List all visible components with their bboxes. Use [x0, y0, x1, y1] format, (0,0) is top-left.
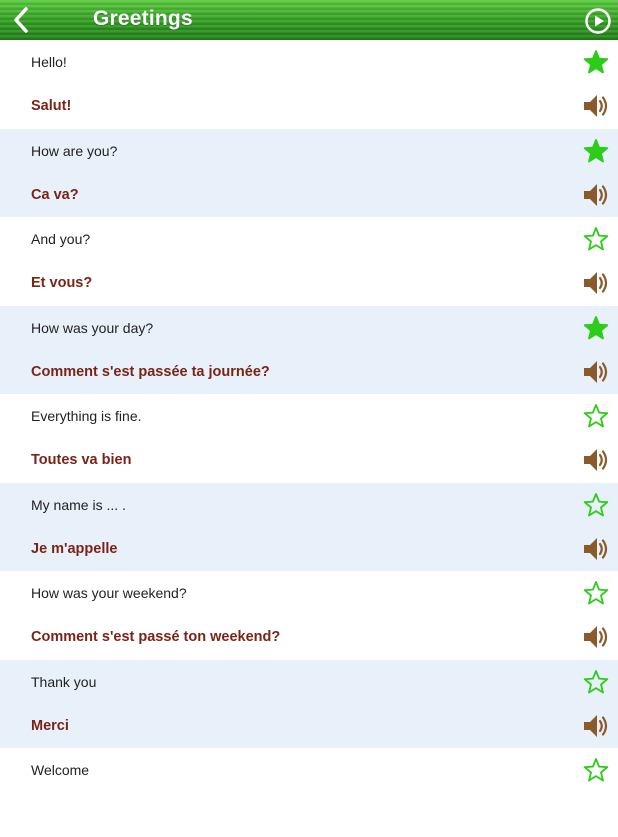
french-phrase: Comment s'est passé ton weekend?	[31, 629, 281, 646]
french-phrase: Merci	[31, 717, 69, 734]
french-row[interactable]: Ca va?	[0, 173, 618, 217]
speaker-icon	[584, 626, 608, 649]
english-phrase: How was your day?	[31, 319, 154, 336]
french-row[interactable]: Merci	[0, 704, 618, 748]
french-phrase: Et vous?	[31, 275, 93, 292]
favorite-button[interactable]	[582, 402, 610, 430]
star-outline-icon	[583, 669, 609, 694]
english-row[interactable]: How was your weekend?	[0, 571, 618, 615]
phrase-item: Thank you Merci	[0, 659, 618, 748]
play-all-button[interactable]	[585, 8, 611, 34]
phrase-item: Hello! Salut!	[0, 40, 618, 129]
star-filled-icon	[583, 315, 609, 340]
phrase-item: How was your day? Comment s'est passée ta…	[0, 305, 618, 394]
favorite-button[interactable]	[582, 668, 610, 696]
english-row[interactable]: And you?	[0, 217, 618, 261]
play-audio-button[interactable]	[582, 181, 610, 209]
favorite-button[interactable]	[582, 756, 610, 784]
favorite-button[interactable]	[582, 225, 610, 253]
speaker-icon	[584, 449, 608, 472]
french-phrase: Toutes va bien	[31, 452, 132, 469]
chevron-left-icon	[14, 7, 28, 33]
english-row[interactable]: How are you?	[0, 129, 618, 173]
french-row[interactable]: Et vous?	[0, 261, 618, 305]
star-outline-icon	[583, 227, 609, 251]
play-audio-button[interactable]	[582, 269, 610, 297]
play-audio-button[interactable]	[582, 623, 610, 651]
star-outline-icon	[583, 404, 609, 428]
favorite-button[interactable]	[582, 314, 610, 342]
top-bar: Greetings	[0, 0, 618, 40]
play-audio-button[interactable]	[582, 358, 610, 386]
english-row[interactable]: How was your day?	[0, 306, 618, 350]
english-row[interactable]: Welcome	[0, 748, 618, 792]
star-outline-icon	[583, 581, 609, 605]
phrase-list: Hello! Salut! How are you? Ca va? And you? Et…	[0, 40, 618, 837]
english-phrase: My name is ... .	[31, 496, 126, 513]
phrase-item: Everything is fine. Toutes va bien	[0, 394, 618, 483]
play-audio-button[interactable]	[582, 92, 610, 120]
play-audio-button[interactable]	[582, 712, 610, 740]
back-button[interactable]	[6, 4, 36, 36]
french-phrase: Ca va?	[31, 186, 79, 203]
speaker-icon	[584, 360, 608, 383]
play-audio-button[interactable]	[582, 535, 610, 563]
play-audio-button[interactable]	[582, 446, 610, 474]
english-row[interactable]: Hello!	[0, 40, 618, 84]
french-row[interactable]: Comment s'est passé ton weekend?	[0, 615, 618, 659]
play-circle-icon	[585, 8, 611, 34]
french-phrase: Je m'appelle	[31, 540, 118, 557]
english-row[interactable]: Thank you	[0, 660, 618, 704]
french-row[interactable]: Comment s'est passée ta journée?	[0, 350, 618, 394]
speaker-icon	[584, 183, 608, 206]
english-phrase: How was your weekend?	[31, 585, 187, 602]
favorite-button[interactable]	[582, 48, 610, 76]
speaker-icon	[584, 537, 608, 560]
page-title: Greetings	[93, 7, 193, 30]
english-phrase: And you?	[31, 231, 91, 248]
english-phrase: Everything is fine.	[31, 408, 142, 425]
phrase-item: My name is ... . Je m'appelle	[0, 482, 618, 571]
favorite-button[interactable]	[582, 579, 610, 607]
english-row[interactable]: My name is ... .	[0, 483, 618, 527]
star-filled-icon	[583, 50, 609, 74]
english-phrase: Hello!	[31, 54, 67, 71]
english-phrase: Welcome	[31, 762, 90, 779]
favorite-button[interactable]	[582, 137, 610, 165]
star-filled-icon	[583, 138, 609, 163]
french-row[interactable]: Toutes va bien	[0, 438, 618, 482]
speaker-icon	[584, 95, 608, 118]
french-phrase: Salut!	[31, 98, 72, 115]
phrase-item: How are you? Ca va?	[0, 128, 618, 217]
french-row[interactable]: Je m'appelle	[0, 527, 618, 571]
phrase-item: How was your weekend? Comment s'est passé…	[0, 571, 618, 660]
english-row[interactable]: Everything is fine.	[0, 394, 618, 438]
french-row[interactable]: Salut!	[0, 84, 618, 128]
french-phrase: Comment s'est passée ta journée?	[31, 363, 270, 380]
star-outline-icon	[583, 758, 609, 782]
phrase-item: Welcome	[0, 748, 618, 837]
speaker-icon	[584, 714, 608, 737]
speaker-icon	[584, 272, 608, 295]
star-outline-icon	[583, 492, 609, 517]
english-phrase: Thank you	[31, 673, 97, 690]
phrase-item: And you? Et vous?	[0, 217, 618, 306]
english-phrase: How are you?	[31, 142, 118, 159]
favorite-button[interactable]	[582, 491, 610, 519]
